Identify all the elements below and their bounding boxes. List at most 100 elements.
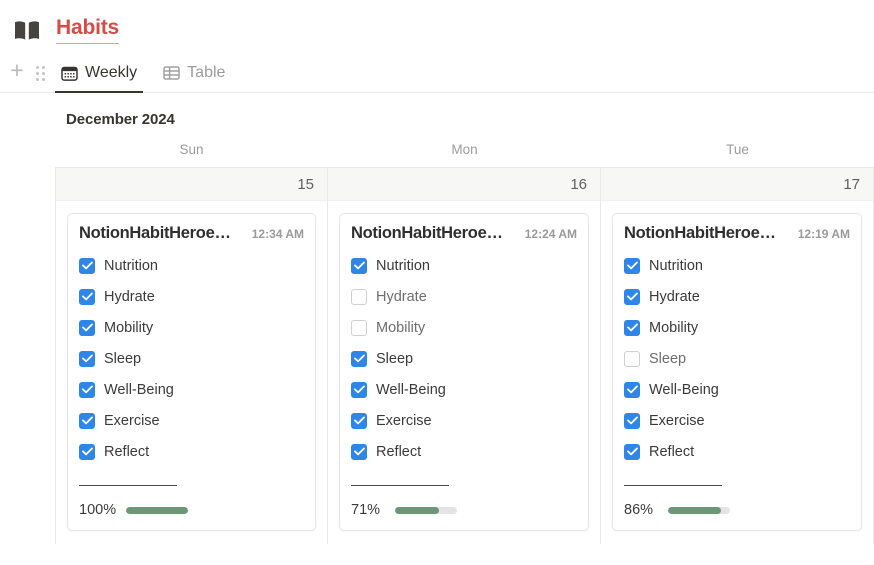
habit-label: Sleep [104, 350, 142, 367]
habit-item[interactable]: Sleep [624, 343, 850, 374]
habit-item[interactable]: Reflect [79, 436, 304, 467]
habit-item[interactable]: Well-Being [624, 374, 850, 405]
habit-checkbox-unchecked[interactable] [624, 350, 640, 367]
habit-item[interactable]: Nutrition [624, 250, 850, 281]
habit-checkbox-checked[interactable] [79, 288, 95, 305]
habit-card[interactable]: NotionHabitHeroe… 12:19 AM Nutrition Hydrat… [612, 213, 862, 531]
habit-checkbox-checked[interactable] [351, 381, 367, 398]
weekday-header-row: Sun Mon Tue [55, 142, 874, 167]
habit-item[interactable]: Nutrition [79, 250, 304, 281]
habit-checkbox-checked[interactable] [79, 381, 95, 398]
completion-percent-label: 100% [79, 502, 117, 518]
checkmark-icon [81, 292, 93, 301]
card-title[interactable]: NotionHabitHeroe… [351, 224, 503, 243]
checkmark-icon [81, 323, 93, 332]
habit-item[interactable]: Mobility [624, 312, 850, 343]
checkmark-icon [626, 292, 638, 301]
checkmark-icon [353, 354, 365, 363]
add-view-button[interactable]: + [4, 57, 30, 83]
plus-icon: + [10, 56, 24, 83]
habit-checkbox-unchecked[interactable] [351, 288, 367, 305]
tab-table-label: Table [187, 64, 226, 81]
progress-bar-track [395, 506, 457, 514]
day-number: 15 [56, 168, 327, 201]
habit-item[interactable]: Exercise [624, 405, 850, 436]
completion-progress: 100% [79, 502, 304, 518]
habit-checkbox-checked[interactable] [351, 257, 367, 274]
day-column-tue[interactable]: 17 NotionHabitHeroe… 12:19 AM Nutrition Hydr… [601, 168, 874, 544]
habit-label: Reflect [649, 443, 695, 460]
handle-dot [42, 66, 45, 69]
card-header: NotionHabitHeroe… 12:34 AM [79, 224, 304, 243]
habit-item[interactable]: Mobility [79, 312, 304, 343]
habit-card[interactable]: NotionHabitHeroe… 12:24 AM Nutrition Hydrat… [339, 213, 589, 531]
habit-checkbox-checked[interactable] [79, 412, 95, 429]
habit-item[interactable]: Exercise [351, 405, 577, 436]
habit-checkbox-checked[interactable] [79, 350, 95, 367]
progress-bar-fill [126, 506, 189, 514]
habit-checkbox-checked[interactable] [79, 257, 95, 274]
calendar-icon [61, 66, 78, 81]
habit-item[interactable]: Well-Being [79, 374, 304, 405]
habit-label: Sleep [376, 350, 414, 367]
day-number: 16 [328, 168, 600, 201]
habit-item[interactable]: Sleep [79, 343, 304, 374]
habit-checkbox-checked[interactable] [624, 412, 640, 429]
habit-checkbox-checked[interactable] [624, 319, 640, 336]
habit-checkbox-checked[interactable] [624, 443, 640, 460]
open-book-icon [15, 20, 39, 40]
checkmark-icon [353, 447, 365, 456]
habit-item[interactable]: Mobility [351, 312, 577, 343]
habit-label: Well-Being [376, 381, 446, 398]
checkmark-icon [626, 447, 638, 456]
habit-item[interactable]: Nutrition [351, 250, 577, 281]
habit-checkbox-checked[interactable] [624, 288, 640, 305]
checkmark-icon [81, 416, 93, 425]
habit-card[interactable]: NotionHabitHeroe… 12:34 AM Nutrition Hydrat… [67, 213, 316, 531]
card-divider [624, 485, 722, 486]
checkmark-icon [81, 385, 93, 394]
habit-item[interactable]: Reflect [624, 436, 850, 467]
checkmark-icon [626, 416, 638, 425]
habit-checkbox-checked[interactable] [79, 319, 95, 336]
habit-item[interactable]: Reflect [351, 436, 577, 467]
habit-item[interactable]: Exercise [79, 405, 304, 436]
drag-handle-icon[interactable] [36, 66, 45, 81]
habit-list: Nutrition Hydrate Mobility Sleep Well-Being E… [79, 250, 304, 467]
habit-label: Exercise [649, 412, 705, 429]
habit-label: Exercise [376, 412, 432, 429]
day-column-mon[interactable]: 16 NotionHabitHeroe… 12:24 AM Nutrition Hydr… [328, 168, 601, 544]
tab-weekly-label: Weekly [85, 64, 138, 81]
habit-item[interactable]: Sleep [351, 343, 577, 374]
habit-item[interactable]: Hydrate [351, 281, 577, 312]
habit-label: Sleep [649, 350, 687, 367]
tab-table[interactable]: Table [157, 64, 231, 92]
habit-label: Reflect [376, 443, 422, 460]
checkmark-icon [353, 416, 365, 425]
habit-item[interactable]: Hydrate [624, 281, 850, 312]
day-number: 17 [601, 168, 873, 201]
weekly-calendar: Sun Mon Tue 15 NotionHabitHeroe… 12:34 AM N… [0, 142, 874, 544]
habit-label: Mobility [376, 319, 426, 336]
habit-checkbox-checked[interactable] [624, 257, 640, 274]
view-toolbar: + Weekly Table [0, 48, 874, 93]
progress-bar-fill [668, 506, 722, 514]
weekday-label-tue: Tue [726, 142, 749, 157]
tab-weekly[interactable]: Weekly [55, 64, 144, 93]
habit-checkbox-checked[interactable] [624, 381, 640, 398]
habit-checkbox-checked[interactable] [79, 443, 95, 460]
habit-checkbox-checked[interactable] [351, 350, 367, 367]
card-title[interactable]: NotionHabitHeroe… [79, 224, 231, 243]
habit-label: Hydrate [649, 288, 700, 305]
habit-label: Well-Being [104, 381, 174, 398]
habit-label: Reflect [104, 443, 150, 460]
habit-item[interactable]: Hydrate [79, 281, 304, 312]
progress-bar-track [668, 506, 730, 514]
page-title: Habits [56, 17, 119, 44]
day-column-sun[interactable]: 15 NotionHabitHeroe… 12:34 AM Nutrition Hydr… [55, 168, 328, 544]
habit-checkbox-checked[interactable] [351, 412, 367, 429]
habit-checkbox-unchecked[interactable] [351, 319, 367, 336]
habit-checkbox-checked[interactable] [351, 443, 367, 460]
habit-item[interactable]: Well-Being [351, 374, 577, 405]
card-title[interactable]: NotionHabitHeroe… [624, 224, 776, 243]
